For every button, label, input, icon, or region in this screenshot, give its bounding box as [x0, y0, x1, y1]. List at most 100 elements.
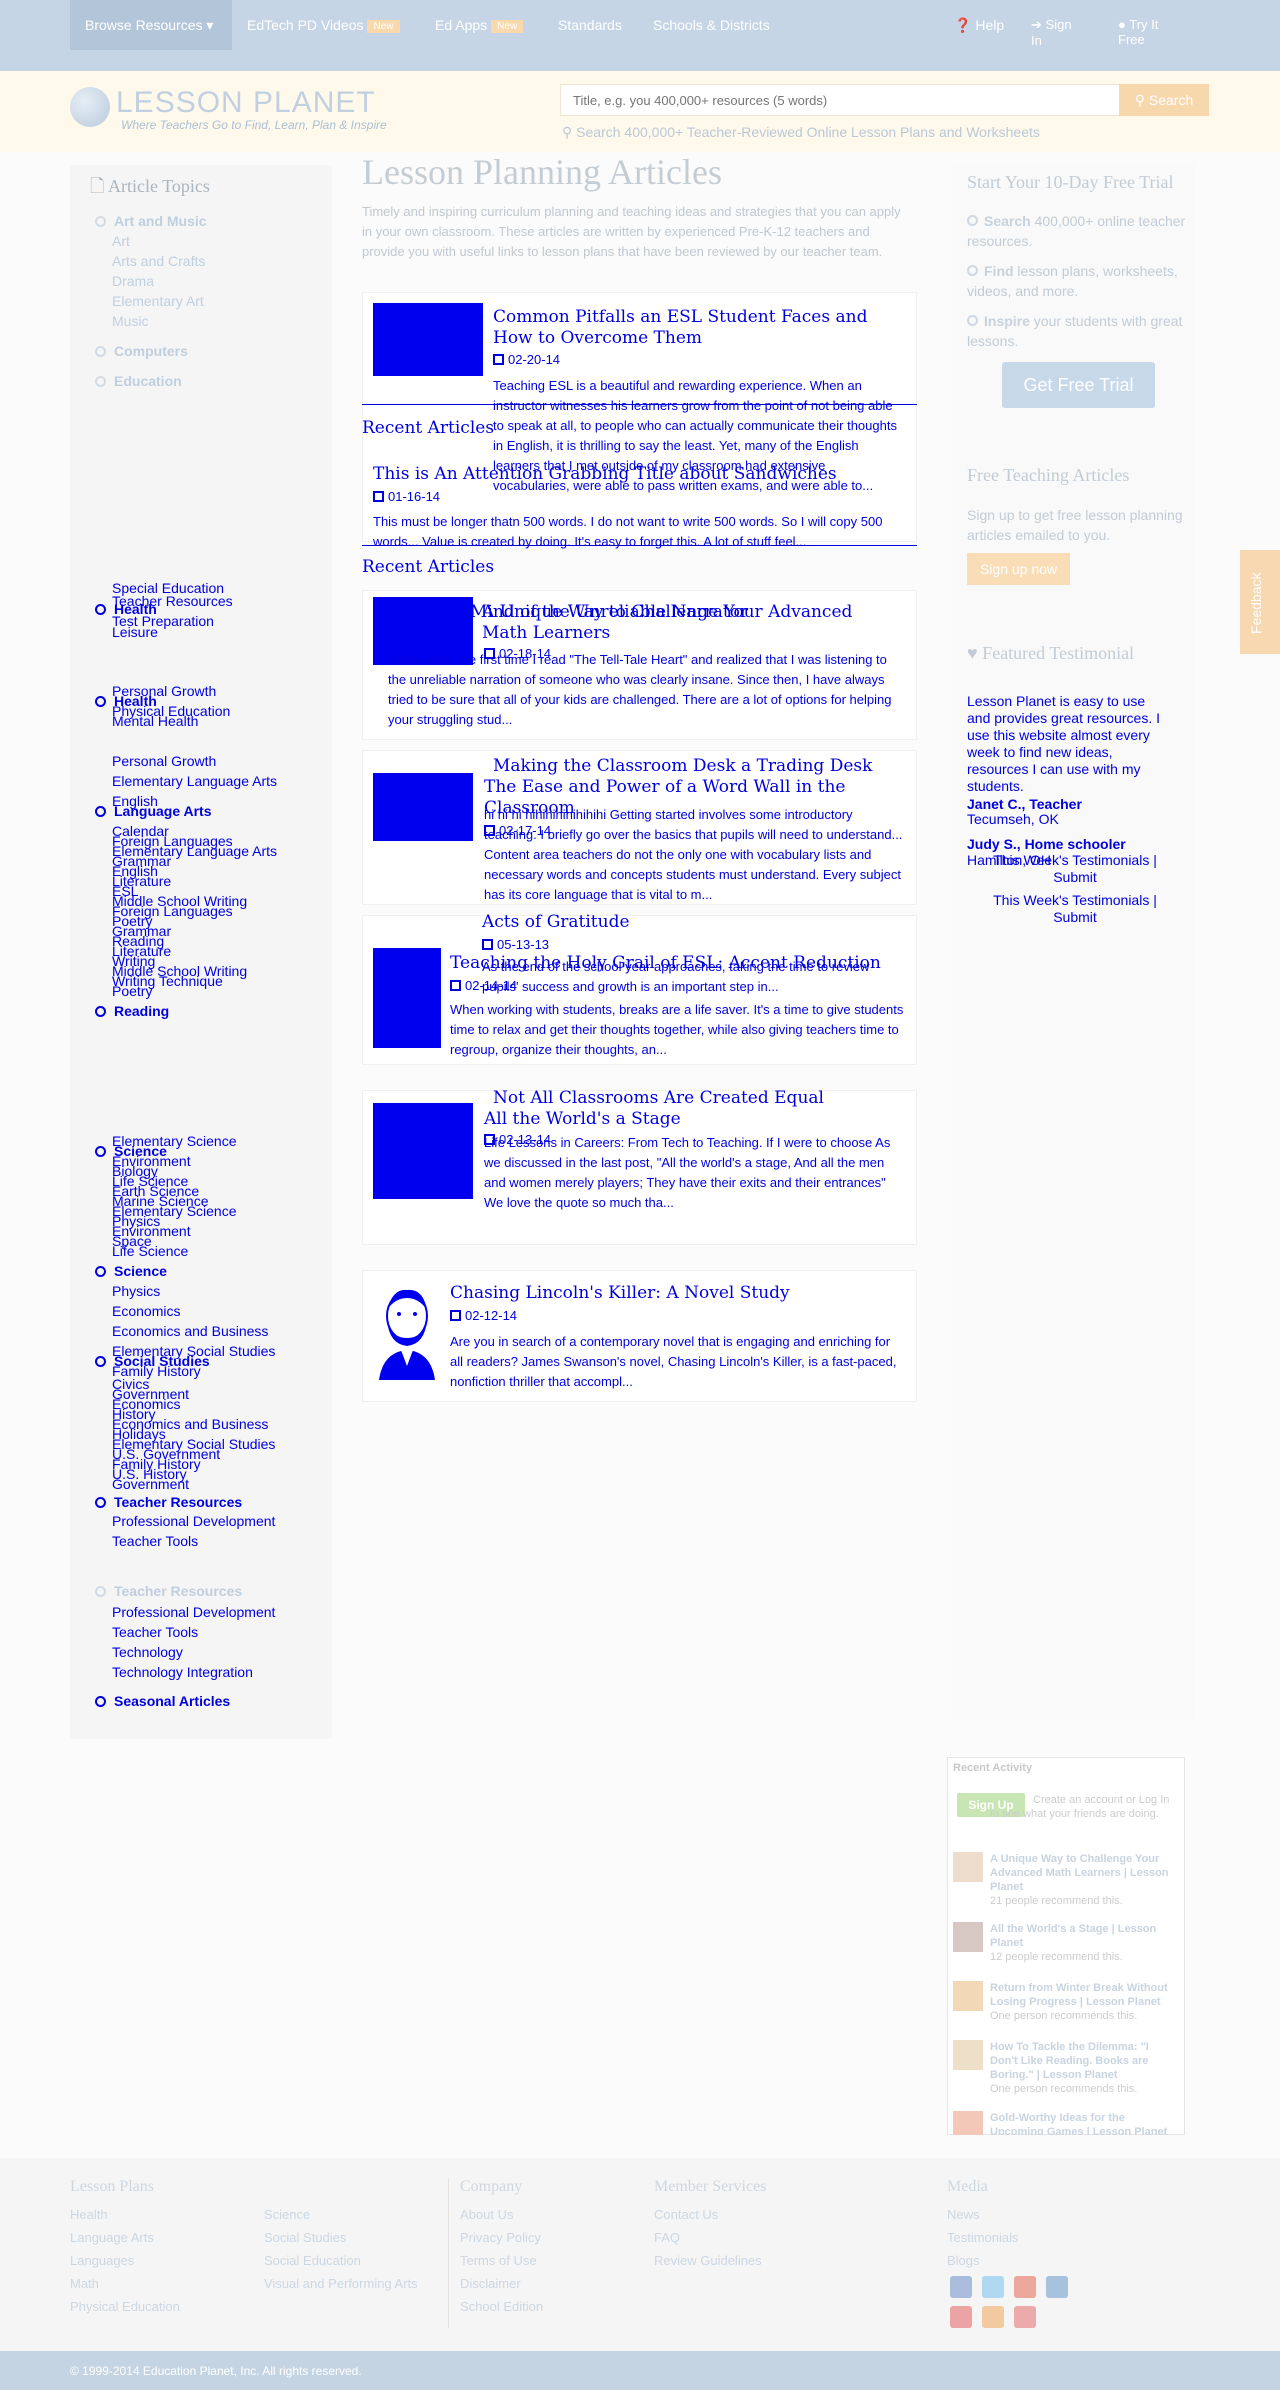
article-title-link[interactable]: Teaching the Holy Grail of ESL: Accent R…: [450, 953, 920, 974]
search-button[interactable]: ⚲ Search: [1119, 84, 1209, 116]
article-title-link[interactable]: Chasing Lincoln's Killer: A Novel Study: [450, 1283, 890, 1304]
subcategory-link[interactable]: Art: [112, 233, 130, 249]
linkedin-icon[interactable]: [1046, 2276, 1068, 2298]
footer-link[interactable]: Terms of Use: [460, 2253, 537, 2268]
category-language-arts[interactable]: Language Arts: [95, 803, 212, 819]
subcategory-link[interactable]: Teacher Tools: [112, 1624, 198, 1640]
youtube-icon[interactable]: [950, 2306, 972, 2328]
subcategory-link[interactable]: Personal Growth: [112, 753, 216, 769]
subcategory-link[interactable]: Music: [112, 313, 149, 329]
rss-icon[interactable]: [982, 2306, 1004, 2328]
subcategory-link[interactable]: Economics: [112, 1303, 180, 1319]
article-title-link[interactable]: Not All Classrooms Are Created Equal: [493, 1088, 893, 1109]
footer-link[interactable]: Science: [264, 2207, 310, 2222]
article-title-link[interactable]: A Unique Way to Challenge Your Advanced …: [482, 602, 902, 644]
footer-link[interactable]: About Us: [460, 2207, 513, 2222]
footer-link[interactable]: FAQ: [654, 2230, 680, 2245]
activity-item[interactable]: A Unique Way to Challenge Your Advanced …: [990, 1852, 1170, 1908]
footer-link[interactable]: Math: [70, 2276, 99, 2291]
subcategory-link[interactable]: Arts and Crafts: [112, 253, 205, 269]
subcategory-link[interactable]: Teacher Tools: [112, 1533, 198, 1549]
expand-icon: [95, 376, 106, 387]
help-link[interactable]: ❓ Help: [954, 17, 1004, 34]
lincoln-portrait-image[interactable]: [373, 1280, 441, 1380]
footer-link[interactable]: Testimonials: [947, 2230, 1019, 2245]
activity-item-title: How To Tackle the Dilemma: "I Don't Like…: [990, 2041, 1149, 2081]
article-title-link[interactable]: Making the Classroom Desk a Trading Desk: [493, 756, 893, 777]
activity-item[interactable]: Gold-Worthy Ideas for the Upcoming Games…: [990, 2111, 1170, 2135]
footer-link[interactable]: Social Education: [264, 2253, 361, 2268]
category-computers[interactable]: Computers: [95, 343, 188, 359]
article-title-link[interactable]: Common Pitfalls an ESL Student Faces and…: [493, 307, 903, 349]
document-icon: 🗋: [90, 176, 105, 196]
submit-link[interactable]: Submit: [1053, 909, 1097, 925]
article-thumbnail[interactable]: [373, 303, 483, 376]
footer-link[interactable]: Visual and Performing Arts: [264, 2276, 418, 2291]
subcategory-link[interactable]: Elementary Language Arts: [112, 773, 277, 789]
subcategory-link[interactable]: Life Science: [112, 1243, 188, 1259]
subcategory-link[interactable]: Technology Integration: [112, 1664, 253, 1680]
article-title-link[interactable]: All the World's a Stage: [484, 1109, 884, 1130]
subcategory-link[interactable]: Professional Development: [112, 1513, 275, 1529]
category-seasonal-articles[interactable]: Seasonal Articles: [95, 1693, 230, 1709]
subcategory-link[interactable]: Leisure: [112, 624, 158, 640]
feedback-tab[interactable]: Feedback: [1240, 550, 1280, 654]
footer-link[interactable]: Health: [70, 2207, 108, 2222]
sign-up-now-button[interactable]: Sign up now: [967, 553, 1070, 585]
activity-item[interactable]: All the World's a Stage | Lesson Planet 1…: [990, 1922, 1170, 1964]
standards-link[interactable]: Standards: [558, 17, 622, 33]
edtech-videos-link[interactable]: EdTech PD Videos New: [247, 17, 400, 33]
category-art-music[interactable]: Art and Music: [95, 213, 207, 229]
facebook-icon[interactable]: [950, 2276, 972, 2298]
category-teacher-resources[interactable]: Teacher Resources: [95, 1494, 242, 1510]
browse-resources-menu[interactable]: Browse Resources ▾: [70, 0, 232, 50]
subcategory-link[interactable]: Mental Health: [112, 713, 198, 729]
footer-link[interactable]: Blogs: [947, 2253, 980, 2268]
category-teacher-resources[interactable]: Teacher Resources: [95, 1583, 242, 1599]
footer-link[interactable]: Disclaimer: [460, 2276, 521, 2291]
activity-item[interactable]: How To Tackle the Dilemma: "I Don't Like…: [990, 2040, 1170, 2096]
search-input[interactable]: [560, 84, 1120, 116]
subcategory-link[interactable]: Technology: [112, 1644, 183, 1660]
date-text: 02-14-14: [465, 978, 518, 993]
submit-link[interactable]: Submit: [1053, 869, 1097, 885]
footer-link[interactable]: Languages: [70, 2253, 134, 2268]
activity-item[interactable]: Return from Winter Break Without Losing …: [990, 1981, 1170, 2023]
pinterest-icon[interactable]: [1014, 2306, 1036, 2328]
article-title-link[interactable]: This is An Attention Grabbing Title abou…: [373, 464, 873, 485]
get-free-trial-button[interactable]: Get Free Trial: [1002, 362, 1155, 408]
subcategory-link[interactable]: Economics and Business: [112, 1323, 268, 1339]
category-science[interactable]: Science: [95, 1263, 167, 1279]
google-plus-icon[interactable]: [1014, 2276, 1036, 2298]
this-weeks-testimonials-link[interactable]: This Week's Testimonials |: [993, 892, 1157, 908]
footer-link[interactable]: News: [947, 2207, 980, 2222]
site-logo[interactable]: LESSON PLANET: [116, 86, 376, 120]
search-tagline: ⚲ Search 400,000+ Teacher-Reviewed Onlin…: [562, 124, 1040, 141]
sign-in-link[interactable]: ➔ Sign In: [1031, 17, 1081, 48]
footer-link[interactable]: Privacy Policy: [460, 2230, 541, 2245]
footer-link[interactable]: Review Guidelines: [654, 2253, 762, 2268]
article-thumbnail[interactable]: [373, 948, 441, 1048]
footer-link[interactable]: Social Studies: [264, 2230, 346, 2245]
twitter-icon[interactable]: [982, 2276, 1004, 2298]
this-weeks-testimonials-link[interactable]: This Week's Testimonials |: [993, 852, 1157, 868]
footer-link[interactable]: School Edition: [460, 2299, 543, 2314]
footer-link[interactable]: Physical Education: [70, 2299, 180, 2314]
article-thumbnail[interactable]: [373, 1103, 473, 1199]
category-education[interactable]: Education: [95, 373, 182, 389]
footer-link[interactable]: Language Arts: [70, 2230, 154, 2245]
subcategory-link[interactable]: Professional Development: [112, 1604, 275, 1620]
subcategory-link[interactable]: Drama: [112, 273, 154, 289]
subcategory-link[interactable]: Government: [112, 1476, 189, 1492]
subcategory-link[interactable]: Physics: [112, 1283, 160, 1299]
category-reading[interactable]: Reading: [95, 1003, 169, 1019]
subcategory-link[interactable]: Poetry: [112, 983, 152, 999]
subcategory-link[interactable]: Elementary Art: [112, 293, 204, 309]
try-free-link[interactable]: ● Try It Free: [1118, 17, 1178, 47]
article-thumbnail[interactable]: [373, 773, 473, 841]
ed-apps-link[interactable]: Ed Apps New: [435, 17, 524, 33]
schools-districts-link[interactable]: Schools & Districts: [653, 17, 770, 33]
article-title-link[interactable]: Acts of Gratitude: [482, 912, 902, 933]
footer-link[interactable]: Contact Us: [654, 2207, 718, 2222]
globe-logo-icon[interactable]: [70, 87, 110, 127]
